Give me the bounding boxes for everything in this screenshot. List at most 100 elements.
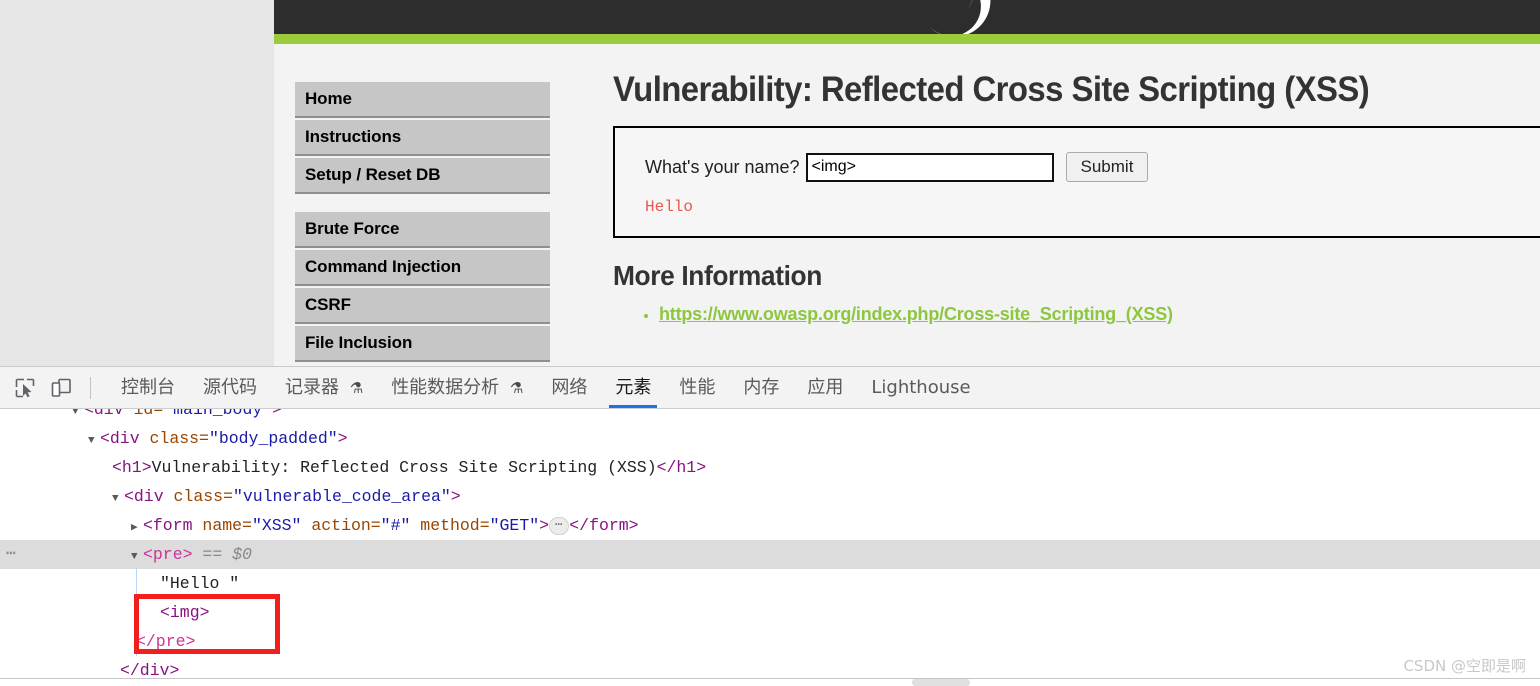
tab-label: 网络 — [551, 377, 588, 398]
experiment-flask-icon: ⚗ — [349, 379, 364, 397]
dom-token-tag: > — [539, 516, 550, 535]
dom-token-tag: <form — [143, 516, 203, 535]
dom-token-tag: > — [337, 429, 348, 448]
row-div-close[interactable]: </div> — [0, 656, 1540, 685]
name-input[interactable] — [805, 152, 1054, 182]
expand-triangle-right-icon[interactable]: ▶ — [131, 514, 143, 543]
dom-token-txt: Vulnerability: Reflected Cross Site Scri… — [151, 458, 657, 477]
dom-token-attr-name: name= — [202, 516, 252, 535]
sidebar-group-primary: Home Instructions Setup / Reset DB — [295, 82, 550, 194]
experiment-flask-icon: ⚗ — [509, 379, 524, 397]
bottom-divider — [0, 678, 1540, 679]
xss-form: What's your name? Submit — [645, 152, 1540, 182]
dom-token-dollar: == $0 — [192, 545, 252, 564]
dom-token-tag: </h1> — [656, 458, 707, 477]
dom-token-attr-name: action= — [311, 516, 381, 535]
dom-token-txt: "Hello " — [160, 574, 240, 593]
tab-lighthouse[interactable]: Lighthouse — [857, 367, 984, 408]
dom-token-attr-name: class= — [173, 487, 233, 506]
dom-token-attr-val: "GET" — [489, 516, 540, 535]
xss-output-text: Hello — [645, 198, 694, 216]
dvwa-swirl-logo-icon — [930, 0, 991, 34]
dom-token-attr-name: class= — [149, 429, 209, 448]
tab-label: 应用 — [807, 377, 844, 398]
expand-triangle-down-icon[interactable]: ▼ — [131, 543, 143, 572]
dom-child-guide-line — [136, 568, 137, 656]
tab-memory[interactable]: 内存 — [729, 367, 793, 408]
dom-token-tag: <div — [124, 487, 174, 506]
tab-label: 控制台 — [121, 377, 175, 398]
tab-label: 性能 — [679, 377, 716, 398]
dom-token-tag: > — [450, 487, 461, 506]
dom-token-attr-val: "XSS" — [251, 516, 302, 535]
row-img[interactable]: <img> — [0, 598, 1540, 627]
dom-token-tag: <img> — [160, 603, 210, 622]
device-toolbar-icon[interactable] — [46, 374, 76, 402]
dvwa-page: Home Instructions Setup / Reset DB Brute… — [274, 0, 1540, 366]
sidebar-item-file-inclusion[interactable]: File Inclusion — [295, 326, 550, 362]
sidebar-item-instructions[interactable]: Instructions — [295, 120, 550, 156]
collapsed-children-ellipsis-icon[interactable]: ⋯ — [549, 517, 570, 535]
browser-viewport: Home Instructions Setup / Reset DB Brute… — [0, 0, 1540, 366]
tab-performance[interactable]: 性能 — [665, 367, 729, 408]
dom-token-attr-name: method= — [420, 516, 490, 535]
horizontal-scrollbar-thumb[interactable] — [912, 679, 970, 686]
devtools-toolbar: 控制台 源代码 记录器 ⚗ 性能数据分析 ⚗ 网络 元素 性能 内存 应用 Li… — [0, 367, 1540, 409]
tab-performance-insights[interactable]: 性能数据分析 ⚗ — [377, 367, 537, 408]
dvwa-content-column: Vulnerability: Reflected Cross Site Scri… — [613, 70, 1540, 366]
toolbar-divider — [90, 376, 91, 399]
row-pre[interactable]: ⋯ ▼ <pre> == $0 — [0, 540, 1540, 569]
row-body-padded[interactable]: ▼ <div class="body_padded"> — [0, 424, 1540, 453]
dom-tree[interactable]: ▼ <div id="main_body"> ▼ <div class="body_p… — [0, 409, 1540, 686]
tab-label: Lighthouse — [871, 377, 971, 398]
tab-application[interactable]: 应用 — [793, 367, 857, 408]
sidebar-item-csrf[interactable]: CSRF — [295, 288, 550, 324]
more-information-heading: More Information — [613, 260, 822, 291]
tab-label: 源代码 — [203, 377, 257, 398]
tab-label: 元素 — [615, 377, 652, 398]
dom-token-tag: <div — [100, 429, 150, 448]
tab-elements[interactable]: 元素 — [601, 367, 665, 408]
row-hello-text[interactable]: "Hello " — [0, 569, 1540, 598]
row-overflow-dots[interactable]: ⋯ — [6, 540, 17, 569]
sidebar-item-home[interactable]: Home — [295, 82, 550, 118]
vulnerable-code-area: What's your name? Submit Hello — [613, 126, 1540, 238]
expand-triangle-down-icon[interactable]: ▼ — [112, 485, 124, 514]
tab-network[interactable]: 网络 — [537, 367, 601, 408]
dom-token-attr-val: "body_padded" — [208, 429, 338, 448]
dom-token-attr-name: id= — [133, 409, 164, 419]
dom-token-tag: <h1> — [112, 458, 152, 477]
dom-token-tag: <div — [84, 409, 134, 419]
row-vuln-code-area[interactable]: ▼ <div class="vulnerable_code_area"> — [0, 482, 1540, 511]
dvwa-header-bar — [274, 0, 1540, 34]
row-form[interactable]: ▶ <form name="XSS" action="#" method="GET… — [0, 511, 1540, 540]
tab-sources[interactable]: 源代码 — [189, 367, 271, 408]
inspect-element-icon[interactable] — [10, 374, 40, 402]
dom-token-tag: </form> — [569, 516, 639, 535]
tab-label: 记录器 — [285, 377, 339, 398]
dom-token-attr-val: "vulnerable_code_area" — [232, 487, 451, 506]
page-title: Vulnerability: Reflected Cross Site Scri… — [613, 70, 1370, 109]
dvwa-green-accent-bar — [274, 34, 1540, 44]
dom-token-pre-tag: <pre> — [143, 545, 193, 564]
sidebar-item-setup-reset-db[interactable]: Setup / Reset DB — [295, 158, 550, 194]
tab-console[interactable]: 控制台 — [107, 367, 189, 408]
tab-label: 性能数据分析 — [391, 377, 500, 398]
sidebar-item-brute-force[interactable]: Brute Force — [295, 212, 550, 248]
tab-recorder[interactable]: 记录器 ⚗ — [271, 367, 377, 408]
dom-token-pre-tag: </pre> — [136, 632, 196, 651]
dom-token-tag — [301, 516, 311, 535]
expand-triangle-down-icon[interactable]: ▼ — [88, 427, 100, 456]
tab-label: 内存 — [743, 377, 780, 398]
row-main-body[interactable]: ▼ <div id="main_body"> — [0, 409, 1540, 424]
screenshot-root: Home Instructions Setup / Reset DB Brute… — [0, 0, 1540, 686]
dom-token-attr-val: "#" — [380, 516, 411, 535]
dom-token-attr-val: "main_body" — [163, 409, 273, 419]
name-field-label: What's your name? — [645, 156, 800, 177]
sidebar-item-command-injection[interactable]: Command Injection — [295, 250, 550, 286]
owasp-xss-link[interactable]: https://www.owasp.org/index.php/Cross-si… — [659, 304, 1173, 324]
submit-button[interactable]: Submit — [1065, 152, 1149, 182]
dom-token-tag: > — [272, 409, 283, 419]
row-pre-close[interactable]: </pre> — [0, 627, 1540, 656]
row-h1[interactable]: <h1>Vulnerability: Reflected Cross Site … — [0, 453, 1540, 482]
